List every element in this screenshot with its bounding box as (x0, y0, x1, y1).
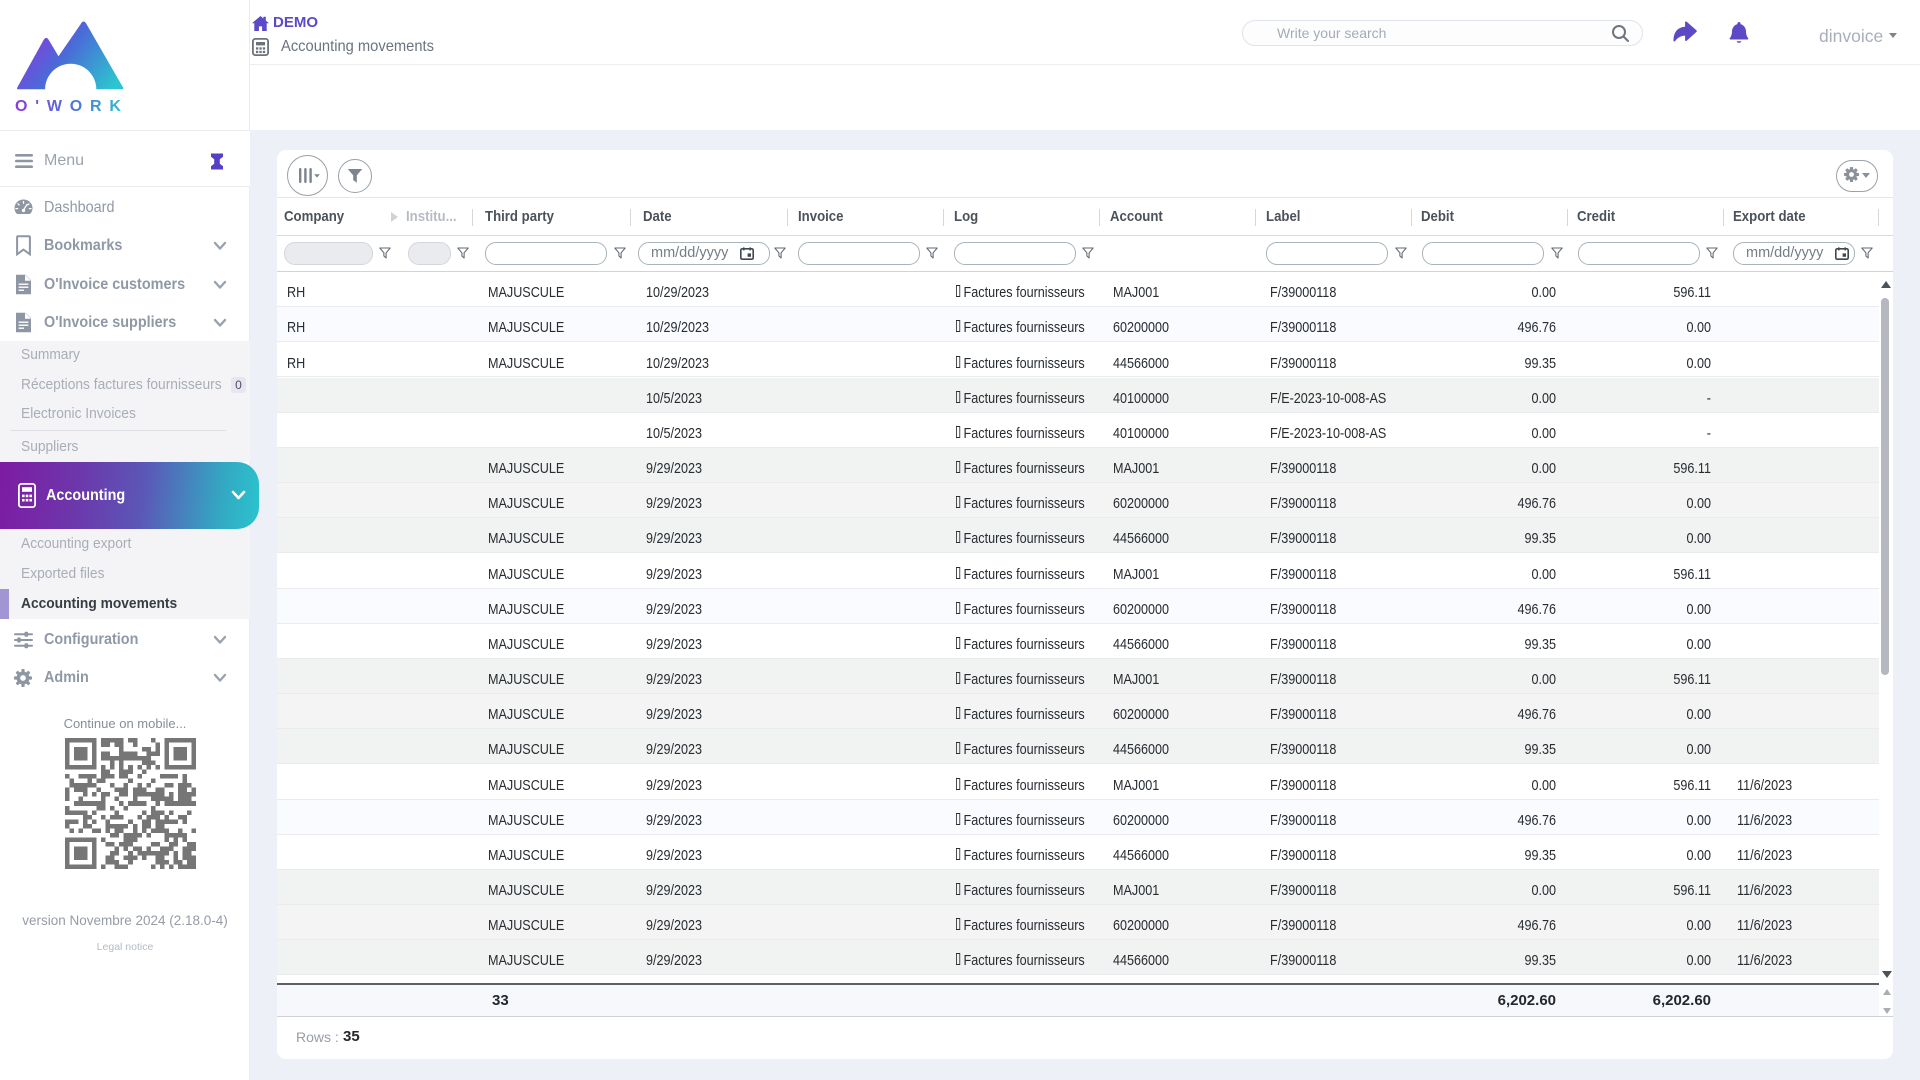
svg-text:O'WORK: O'WORK (15, 98, 126, 115)
